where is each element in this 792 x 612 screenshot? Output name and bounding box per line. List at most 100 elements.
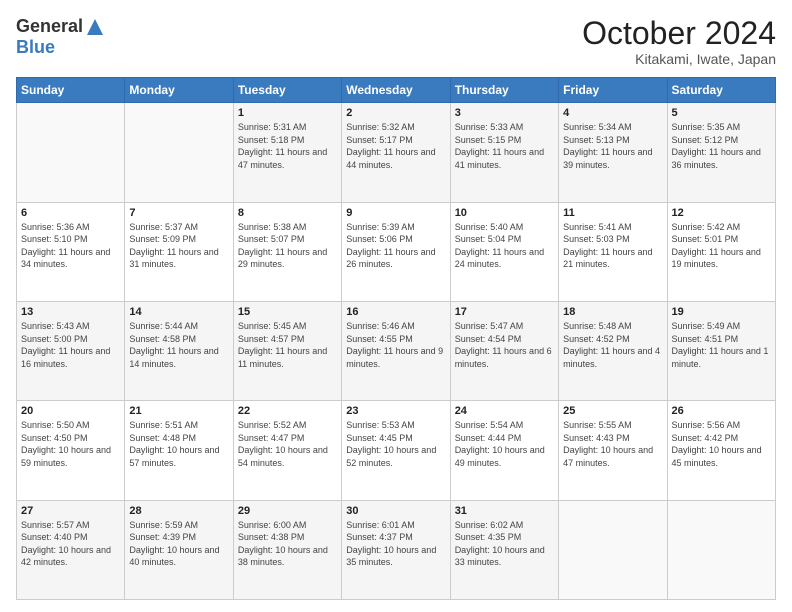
table-row: 12 Sunrise: 5:42 AM Sunset: 5:01 PM Dayli… xyxy=(667,202,775,301)
table-row: 8 Sunrise: 5:38 AM Sunset: 5:07 PM Daylig… xyxy=(233,202,341,301)
cell-info: Sunrise: 5:41 AM Sunset: 5:03 PM Dayligh… xyxy=(563,221,662,271)
day-number: 7 xyxy=(129,207,228,219)
day-number: 21 xyxy=(129,405,228,417)
day-number: 18 xyxy=(563,306,662,318)
cell-info: Sunrise: 5:32 AM Sunset: 5:17 PM Dayligh… xyxy=(346,121,445,171)
table-row: 26 Sunrise: 5:56 AM Sunset: 4:42 PM Dayli… xyxy=(667,401,775,500)
table-row: 13 Sunrise: 5:43 AM Sunset: 5:00 PM Dayli… xyxy=(17,301,125,400)
table-row: 7 Sunrise: 5:37 AM Sunset: 5:09 PM Daylig… xyxy=(125,202,233,301)
calendar-week-row: 13 Sunrise: 5:43 AM Sunset: 5:00 PM Dayli… xyxy=(17,301,776,400)
calendar-week-row: 1 Sunrise: 5:31 AM Sunset: 5:18 PM Daylig… xyxy=(17,103,776,202)
day-number: 16 xyxy=(346,306,445,318)
logo: General Blue xyxy=(16,16,105,58)
table-row: 18 Sunrise: 5:48 AM Sunset: 4:52 PM Dayli… xyxy=(559,301,667,400)
table-row: 22 Sunrise: 5:52 AM Sunset: 4:47 PM Dayli… xyxy=(233,401,341,500)
table-row: 4 Sunrise: 5:34 AM Sunset: 5:13 PM Daylig… xyxy=(559,103,667,202)
table-row: 3Sunrise: 5:33 AM Sunset: 5:15 PM Daylig… xyxy=(450,103,558,202)
table-row: 31Sunrise: 6:02 AM Sunset: 4:35 PM Dayli… xyxy=(450,500,558,599)
day-number: 25 xyxy=(563,405,662,417)
logo-icon xyxy=(85,17,105,37)
day-number: 20 xyxy=(21,405,120,417)
cell-info: Sunrise: 5:52 AM Sunset: 4:47 PM Dayligh… xyxy=(238,419,337,469)
day-number: 11 xyxy=(563,207,662,219)
day-number: 8 xyxy=(238,207,337,219)
day-number: 28 xyxy=(129,505,228,517)
day-number: 4 xyxy=(563,107,662,119)
cell-info: Sunrise: 5:33 AM Sunset: 5:15 PM Dayligh… xyxy=(455,121,554,171)
cell-info: Sunrise: 5:44 AM Sunset: 4:58 PM Dayligh… xyxy=(129,320,228,370)
day-number: 15 xyxy=(238,306,337,318)
page-title: October 2024 xyxy=(582,16,776,51)
table-row: 9 Sunrise: 5:39 AM Sunset: 5:06 PM Daylig… xyxy=(342,202,450,301)
cell-info: Sunrise: 5:53 AM Sunset: 4:45 PM Dayligh… xyxy=(346,419,445,469)
table-row: 29 Sunrise: 6:00 AM Sunset: 4:38 PM Dayli… xyxy=(233,500,341,599)
cell-info: Sunrise: 6:00 AM Sunset: 4:38 PM Dayligh… xyxy=(238,519,337,569)
day-number: 22 xyxy=(238,405,337,417)
table-row: 21 Sunrise: 5:51 AM Sunset: 4:48 PM Dayli… xyxy=(125,401,233,500)
table-row: 17 Sunrise: 5:47 AM Sunset: 4:54 PM Dayli… xyxy=(450,301,558,400)
cell-info: Sunrise: 5:51 AM Sunset: 4:48 PM Dayligh… xyxy=(129,419,228,469)
table-row: 27 Sunrise: 5:57 AM Sunset: 4:40 PM Dayli… xyxy=(17,500,125,599)
day-number: 27 xyxy=(21,505,120,517)
cell-info: Sunrise: 5:56 AM Sunset: 4:42 PM Dayligh… xyxy=(672,419,771,469)
table-row: 24Sunrise: 5:54 AM Sunset: 4:44 PM Dayli… xyxy=(450,401,558,500)
col-thursday: Thursday xyxy=(450,78,558,103)
table-row xyxy=(17,103,125,202)
cell-info: Sunrise: 5:39 AM Sunset: 5:06 PM Dayligh… xyxy=(346,221,445,271)
table-row: 1 Sunrise: 5:31 AM Sunset: 5:18 PM Daylig… xyxy=(233,103,341,202)
logo-general: General xyxy=(16,16,83,37)
day-number: 29 xyxy=(238,505,337,517)
table-row: 6Sunrise: 5:36 AM Sunset: 5:10 PM Daylig… xyxy=(17,202,125,301)
calendar-week-row: 20 Sunrise: 5:50 AM Sunset: 4:50 PM Dayli… xyxy=(17,401,776,500)
calendar-header-row: Sunday Monday Tuesday Wednesday Thursday… xyxy=(17,78,776,103)
cell-info: Sunrise: 6:01 AM Sunset: 4:37 PM Dayligh… xyxy=(346,519,445,569)
day-number: 13 xyxy=(21,306,120,318)
cell-info: Sunrise: 5:43 AM Sunset: 5:00 PM Dayligh… xyxy=(21,320,120,370)
col-monday: Monday xyxy=(125,78,233,103)
col-wednesday: Wednesday xyxy=(342,78,450,103)
cell-info: Sunrise: 5:49 AM Sunset: 4:51 PM Dayligh… xyxy=(672,320,771,370)
table-row: 25 Sunrise: 5:55 AM Sunset: 4:43 PM Dayli… xyxy=(559,401,667,500)
table-row: 15 Sunrise: 5:45 AM Sunset: 4:57 PM Dayli… xyxy=(233,301,341,400)
cell-info: Sunrise: 5:50 AM Sunset: 4:50 PM Dayligh… xyxy=(21,419,120,469)
day-number: 1 xyxy=(238,107,337,119)
cell-info: Sunrise: 5:38 AM Sunset: 5:07 PM Dayligh… xyxy=(238,221,337,271)
day-number: 23 xyxy=(346,405,445,417)
cell-info: Sunrise: 5:45 AM Sunset: 4:57 PM Dayligh… xyxy=(238,320,337,370)
day-number: 12 xyxy=(672,207,771,219)
col-friday: Friday xyxy=(559,78,667,103)
cell-info: Sunrise: 5:37 AM Sunset: 5:09 PM Dayligh… xyxy=(129,221,228,271)
table-row: 10Sunrise: 5:40 AM Sunset: 5:04 PM Dayli… xyxy=(450,202,558,301)
day-number: 5 xyxy=(672,107,771,119)
cell-info: Sunrise: 5:55 AM Sunset: 4:43 PM Dayligh… xyxy=(563,419,662,469)
table-row: 14Sunrise: 5:44 AM Sunset: 4:58 PM Dayli… xyxy=(125,301,233,400)
cell-info: Sunrise: 5:40 AM Sunset: 5:04 PM Dayligh… xyxy=(455,221,554,271)
cell-info: Sunrise: 5:42 AM Sunset: 5:01 PM Dayligh… xyxy=(672,221,771,271)
col-tuesday: Tuesday xyxy=(233,78,341,103)
cell-info: Sunrise: 5:47 AM Sunset: 4:54 PM Dayligh… xyxy=(455,320,554,370)
day-number: 19 xyxy=(672,306,771,318)
cell-info: Sunrise: 5:57 AM Sunset: 4:40 PM Dayligh… xyxy=(21,519,120,569)
page-subtitle: Kitakami, Iwate, Japan xyxy=(582,51,776,67)
table-row: 11 Sunrise: 5:41 AM Sunset: 5:03 PM Dayli… xyxy=(559,202,667,301)
table-row: 19 Sunrise: 5:49 AM Sunset: 4:51 PM Dayli… xyxy=(667,301,775,400)
day-number: 6 xyxy=(21,207,120,219)
table-row: 30 Sunrise: 6:01 AM Sunset: 4:37 PM Dayli… xyxy=(342,500,450,599)
header: General Blue October 2024 Kitakami, Iwat… xyxy=(16,16,776,67)
day-number: 9 xyxy=(346,207,445,219)
cell-info: Sunrise: 5:54 AM Sunset: 4:44 PM Dayligh… xyxy=(455,419,554,469)
table-row: 2 Sunrise: 5:32 AM Sunset: 5:17 PM Daylig… xyxy=(342,103,450,202)
logo-blue: Blue xyxy=(16,37,55,58)
cell-info: Sunrise: 6:02 AM Sunset: 4:35 PM Dayligh… xyxy=(455,519,554,569)
day-number: 30 xyxy=(346,505,445,517)
cell-info: Sunrise: 5:48 AM Sunset: 4:52 PM Dayligh… xyxy=(563,320,662,370)
day-number: 17 xyxy=(455,306,554,318)
cell-info: Sunrise: 5:34 AM Sunset: 5:13 PM Dayligh… xyxy=(563,121,662,171)
calendar-week-row: 6Sunrise: 5:36 AM Sunset: 5:10 PM Daylig… xyxy=(17,202,776,301)
table-row: 16Sunrise: 5:46 AM Sunset: 4:55 PM Dayli… xyxy=(342,301,450,400)
table-row: 5 Sunrise: 5:35 AM Sunset: 5:12 PM Daylig… xyxy=(667,103,775,202)
cell-info: Sunrise: 5:35 AM Sunset: 5:12 PM Dayligh… xyxy=(672,121,771,171)
day-number: 26 xyxy=(672,405,771,417)
day-number: 2 xyxy=(346,107,445,119)
cell-info: Sunrise: 5:31 AM Sunset: 5:18 PM Dayligh… xyxy=(238,121,337,171)
